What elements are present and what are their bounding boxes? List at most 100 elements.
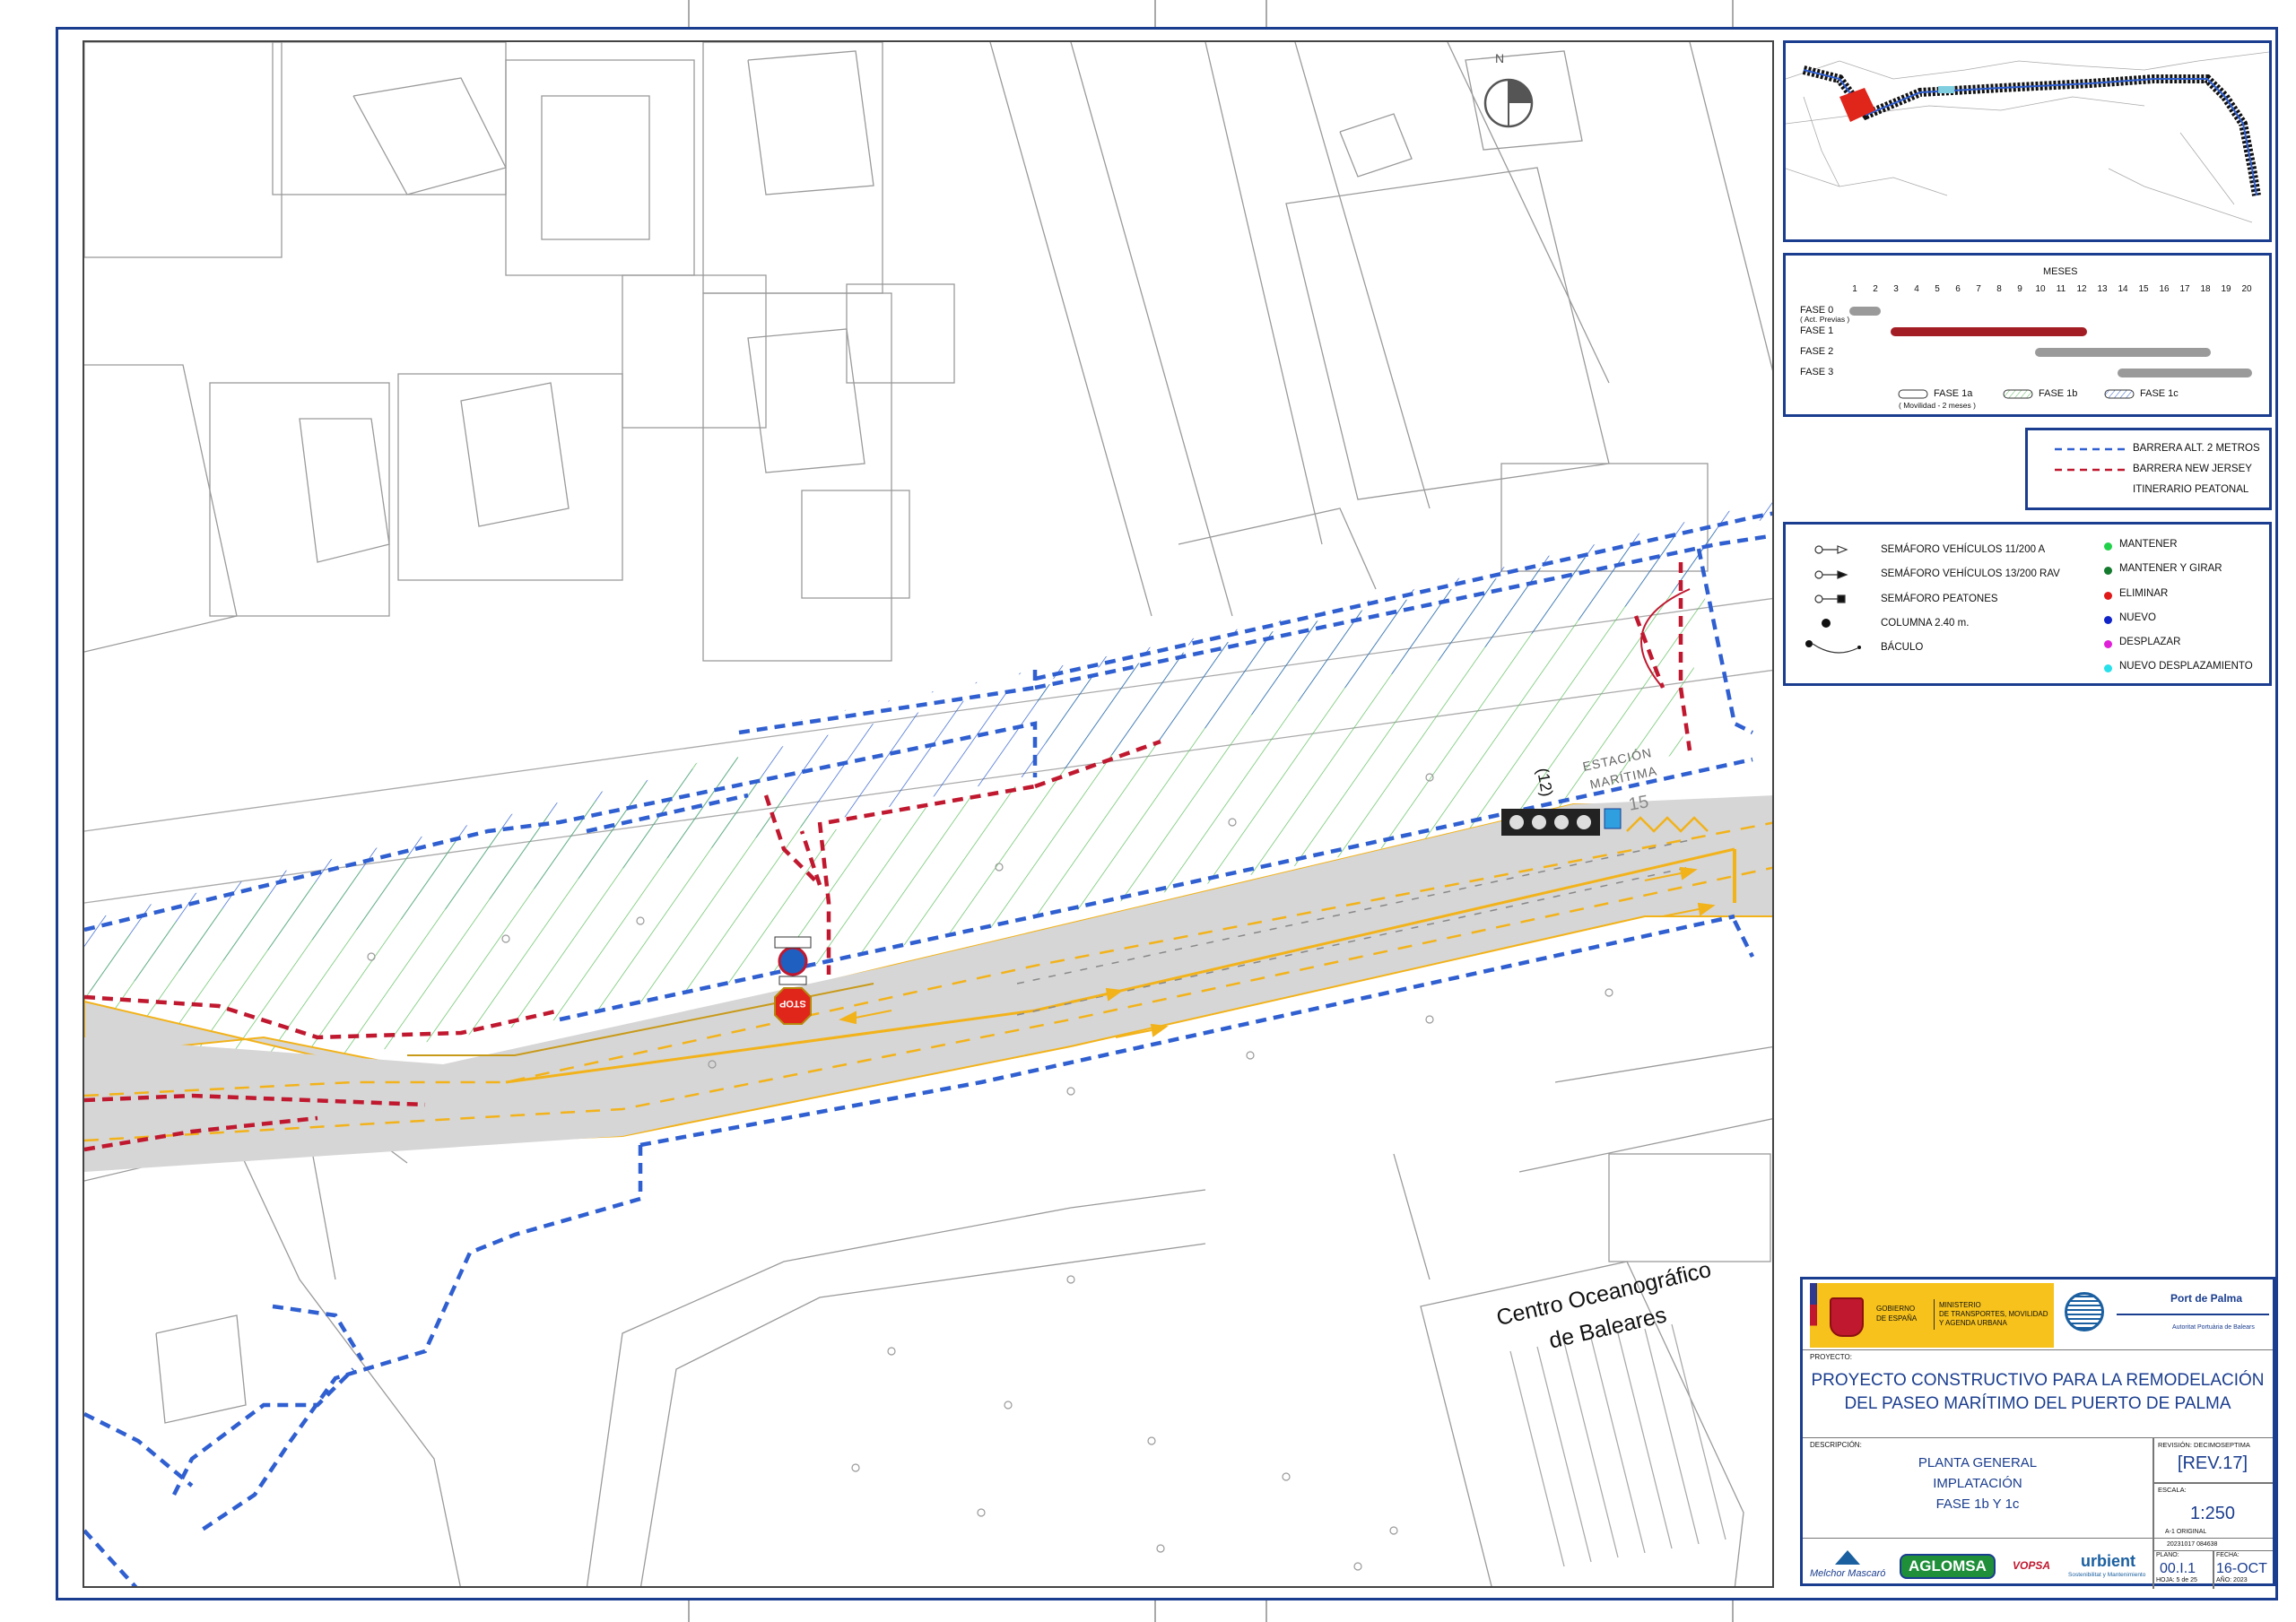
action-4-color-dot: [2104, 640, 2112, 648]
tb-divider-2: [1803, 1437, 2273, 1438]
month-4: 4: [1914, 284, 1919, 294]
action-0-color-dot: [2104, 542, 2112, 551]
action-3-color-dot: [2104, 616, 2112, 624]
month-10: 10: [2035, 284, 2046, 294]
key-map-panel: [1783, 40, 2272, 242]
project-title-line2: DEL PASEO MARÍTIMO DEL PUERTO DE PALMA: [1844, 1394, 2231, 1413]
month-13: 13: [2097, 284, 2108, 294]
signal-type-0-label: SEMÁFORO VEHÍCULOS 11/200 A: [1881, 544, 2046, 555]
title-block: GOBIERNO DE ESPAÑA MINISTERIO DE TRANSPO…: [1800, 1277, 2275, 1589]
action-1-color-dot: [2104, 567, 2112, 575]
key-map-drawing: [1785, 51, 2270, 223]
port-authority: Autoritat Portuària de Balears: [2172, 1324, 2255, 1331]
action-5-label: NUEVO DESPLAZAMIENTO: [2119, 661, 2253, 672]
month-9: 9: [2017, 284, 2022, 294]
signal-type-3-label: COLUMNA 2.40 m.: [1881, 618, 1970, 629]
bottom-ruler: [688, 1600, 1734, 1622]
year-value: AÑO: 2023: [2216, 1577, 2248, 1583]
top-ruler: [688, 0, 1734, 27]
phase-3-label: FASE 3: [1800, 367, 1834, 377]
barrier-legend-panel: BARRERA ALT. 2 METROS BARRERA NEW JERSEY…: [2025, 428, 2272, 510]
north-label: N: [1495, 51, 1505, 65]
month-1: 1: [1852, 284, 1857, 294]
tb-divider-1: [1803, 1349, 2273, 1350]
description-label: DESCRIPCIÓN:: [1810, 1441, 1862, 1449]
month-14: 14: [2118, 284, 2128, 294]
date-value: 16-OCT: [2216, 1561, 2267, 1576]
logo-aglomsa: AGLOMSA: [1900, 1554, 1996, 1579]
port-name: Port de Palma: [2170, 1292, 2243, 1305]
subphase-1a-sublabel: ( Movilidad - 2 meses ): [1899, 401, 1976, 410]
phase-0-bar: [1849, 307, 1881, 316]
ministry-line1: MINISTERIO: [1939, 1301, 1981, 1309]
logo-vopsa: VOPSA: [2013, 1559, 2051, 1572]
month-19: 19: [2221, 284, 2231, 294]
action-4-label: DESPLAZAR: [2119, 637, 2181, 647]
month-17: 17: [2179, 284, 2190, 294]
gov-line2: DE ESPAÑA: [1876, 1314, 1918, 1323]
barrier-new-jersey-label: BARRERA NEW JERSEY: [2133, 464, 2252, 474]
barrier-2m-label: BARRERA ALT. 2 METROS: [2133, 443, 2260, 454]
tb-divider-rev: [2152, 1482, 2273, 1484]
project-title-line1: PROYECTO CONSTRUCTIVO PARA LA REMODELACI…: [1811, 1371, 2265, 1390]
month-12: 12: [2076, 284, 2087, 294]
month-2: 2: [1873, 284, 1878, 294]
signal-type-1-label: SEMÁFORO VEHÍCULOS 13/200 RAV: [1881, 568, 2060, 579]
port-seal-icon: [2065, 1292, 2104, 1331]
month-18: 18: [2200, 284, 2211, 294]
subphase-1b-label: FASE 1b: [2039, 388, 2078, 399]
ministry-line3: Y AGENDA URBANA: [1939, 1319, 2007, 1327]
project-label: PROYECTO:: [1810, 1353, 1852, 1361]
sheet-value: HOJA: 5 de 25: [2156, 1577, 2197, 1583]
logo-melchor-mascaro: Melchor Mascaró: [1810, 1568, 1886, 1579]
phase-1-bar: [1891, 327, 2087, 336]
month-7: 7: [1976, 284, 1981, 294]
date-label: FECHA:: [2216, 1552, 2239, 1558]
pedestrian-route-label: ITINERARIO PEATONAL: [2133, 484, 2249, 495]
logo-urbient: urbient: [2081, 1552, 2135, 1570]
gov-line1: GOBIERNO: [1876, 1305, 1916, 1313]
phase-2-label: FASE 2: [1800, 346, 1834, 357]
tb-divider-v3: [2213, 1550, 2214, 1589]
month-15: 15: [2138, 284, 2149, 294]
months-header: MESES: [2043, 266, 2078, 277]
month-3: 3: [1893, 284, 1899, 294]
description-line2: IMPLATACIÓN: [1933, 1476, 2022, 1491]
phase-3-bar: [2118, 369, 2252, 377]
description-line3: FASE 1b Y 1c: [1935, 1496, 2020, 1512]
month-5: 5: [1935, 284, 1940, 294]
file-code: 20231017 084638: [2167, 1541, 2218, 1548]
signal-type-2-label: SEMÁFORO PEATONES: [1881, 594, 1998, 604]
subphase-1a-label: FASE 1a: [1934, 388, 1973, 399]
action-5-color-dot: [2104, 664, 2112, 672]
scale-value: 1:250: [2189, 1504, 2236, 1523]
pole-number: 15: [1627, 792, 1650, 815]
paper-size: A-1 ORIGINAL: [2165, 1529, 2207, 1535]
port-logo-line: [2117, 1314, 2269, 1315]
month-16: 16: [2159, 284, 2170, 294]
building-stripes: [1509, 1323, 1726, 1567]
stop-sign-text: STOP: [779, 998, 806, 1009]
month-11: 11: [2056, 284, 2066, 294]
action-2-color-dot: [2104, 592, 2112, 600]
revision-label: REVISIÓN: DECIMOSEPTIMA: [2158, 1441, 2250, 1449]
flag-stripe: [1810, 1283, 1817, 1348]
description-line1: PLANTA GENERAL: [1918, 1455, 2038, 1470]
action-0-label: MANTENER: [2119, 539, 2178, 550]
coat-of-arms-icon: [1830, 1297, 1864, 1337]
north-arrow: [1483, 78, 1534, 128]
logo-urbient-sub: Sostenibilitat y Mantenimiento: [2068, 1572, 2146, 1578]
phase-0-sublabel: ( Act. Previas ): [1800, 315, 1850, 324]
revision-value: [REV.17]: [2177, 1453, 2248, 1473]
symbol-legend-panel: SEMÁFORO VEHÍCULOS 11/200 A SEMÁFORO VEHÍ…: [1783, 522, 2272, 686]
symbol-legend-icons: [1805, 545, 1861, 654]
plan-label: PLANO:: [2156, 1552, 2179, 1558]
site-plan-drawing: [84, 42, 1772, 1586]
site-plan-map[interactable]: N ESTACIÓN MARÍTIMA (12) 15 STOP Centro …: [83, 40, 1774, 1588]
action-2-label: ELIMINAR: [2119, 588, 2169, 599]
tb-divider-v2: [2152, 1550, 2154, 1589]
subphase-1c-label: FASE 1c: [2140, 388, 2179, 399]
plan-value: 00.I.1: [2160, 1561, 2196, 1576]
month-8: 8: [1996, 284, 2002, 294]
phase-2-bar: [2035, 348, 2211, 357]
